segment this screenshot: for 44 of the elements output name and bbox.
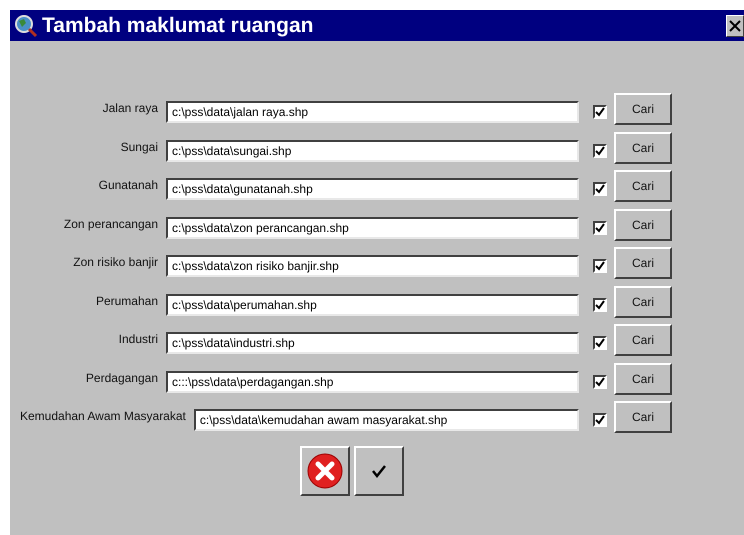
checkbox[interactable] [593,259,607,274]
browse-button[interactable]: Cari [614,247,672,280]
browse-button[interactable]: Cari [614,170,672,202]
field-label: Kemudahan Awam Masyarakat [20,408,186,426]
field-label: Perumahan [94,292,158,310]
path-field[interactable]: c:\pss\data\gunatanah.shp [166,178,579,200]
close-icon [729,20,741,32]
field-label: Sungai [120,138,158,156]
browse-button[interactable]: Cari [614,362,672,395]
globe-magnifier-icon [14,14,38,38]
browse-button[interactable]: Cari [614,324,672,356]
browse-button[interactable]: Cari [614,286,672,318]
checkbox[interactable] [593,374,607,389]
window-title: Tambah maklumat ruangan [42,13,314,39]
path-field[interactable]: c:\pss\data\jalan raya.shp [166,101,579,124]
field-label: Gunatanah [98,177,158,194]
path-field[interactable]: c:\pss\data\kemudahan awam masyarakat.shp [194,409,579,432]
cancel-icon [307,452,343,488]
field-label: Industri [118,331,158,348]
checkbox[interactable] [593,182,607,196]
path-field[interactable]: c:\pss\data\perumahan.shp [166,294,579,316]
checkbox[interactable] [593,144,607,158]
browse-button[interactable]: Cari [614,401,672,434]
browse-button[interactable]: Cari [614,93,672,126]
close-button[interactable] [726,14,744,36]
path-field[interactable]: c:\pss\data\zon risiko banjir.shp [166,255,579,278]
browse-button[interactable]: Cari [614,208,672,241]
browse-button[interactable]: Cari [614,132,672,164]
checkbox[interactable] [593,105,607,120]
checkbox[interactable] [593,336,607,350]
ok-button[interactable] [354,446,404,496]
field-label: Jalan raya [102,100,158,118]
checkbox[interactable] [593,298,607,312]
cancel-button[interactable] [300,446,350,496]
field-label: Zon risiko banjir [72,254,158,272]
checkbox[interactable] [593,413,607,428]
field-label: Perdagangan [84,370,158,387]
check-icon [371,464,387,478]
checkbox[interactable] [593,220,607,235]
path-field[interactable]: c:\pss\data\sungai.shp [166,140,579,162]
field-label: Zon perancangan [62,216,158,233]
path-field[interactable]: c:\pss\data\zon perancangan.shp [166,216,579,239]
path-field[interactable]: c:::\pss\data\perdagangan.shp [166,370,579,393]
path-field[interactable]: c:\pss\data\industri.shp [166,332,579,354]
